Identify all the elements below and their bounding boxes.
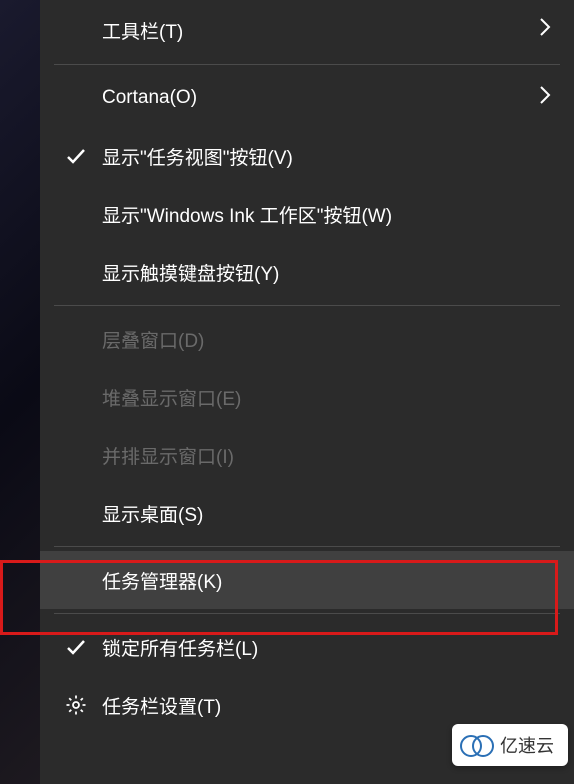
watermark-text: 亿速云 xyxy=(500,732,554,758)
chevron-right-icon xyxy=(538,84,552,112)
menu-separator xyxy=(54,64,560,65)
gear-icon xyxy=(62,694,90,716)
menu-separator xyxy=(54,613,560,614)
menu-separator xyxy=(54,305,560,306)
menu-item-task-manager[interactable]: 任务管理器(K) xyxy=(40,551,574,609)
menu-item-label: 工具栏(T) xyxy=(102,17,183,44)
watermark-badge: 亿速云 xyxy=(452,724,568,766)
menu-item-label: 并排显示窗口(I) xyxy=(102,442,234,469)
cloud-logo-icon xyxy=(460,734,494,756)
taskbar-context-menu: 工具栏(T) Cortana(O) 显示"任务视图"按钮(V) 显示"Windo… xyxy=(40,0,574,784)
menu-item-windows-ink[interactable]: 显示"Windows Ink 工作区"按钮(W) xyxy=(40,185,574,243)
menu-item-label: 堆叠显示窗口(E) xyxy=(102,384,241,411)
menu-item-toolbars[interactable]: 工具栏(T) xyxy=(40,0,574,60)
menu-item-label: 显示"任务视图"按钮(V) xyxy=(102,143,293,170)
menu-item-label: 层叠窗口(D) xyxy=(102,326,204,353)
menu-item-label: 锁定所有任务栏(L) xyxy=(102,634,258,661)
menu-item-lock-taskbars[interactable]: 锁定所有任务栏(L) xyxy=(40,618,574,676)
menu-item-label: 显示触摸键盘按钮(Y) xyxy=(102,259,279,286)
check-icon xyxy=(62,636,90,658)
menu-item-side-by-side: 并排显示窗口(I) xyxy=(40,426,574,484)
menu-item-label: 显示桌面(S) xyxy=(102,500,203,527)
menu-item-label: 任务管理器(K) xyxy=(102,567,222,594)
menu-separator xyxy=(54,546,560,547)
menu-item-show-desktop[interactable]: 显示桌面(S) xyxy=(40,484,574,542)
menu-item-cortana[interactable]: Cortana(O) xyxy=(40,69,574,127)
menu-item-label: Cortana(O) xyxy=(102,87,197,109)
menu-item-cascade: 层叠窗口(D) xyxy=(40,310,574,368)
menu-item-label: 显示"Windows Ink 工作区"按钮(W) xyxy=(102,201,392,228)
chevron-right-icon xyxy=(538,16,552,44)
menu-item-task-view[interactable]: 显示"任务视图"按钮(V) xyxy=(40,127,574,185)
menu-item-label: 任务栏设置(T) xyxy=(102,692,221,719)
check-icon xyxy=(62,145,90,167)
menu-item-stack: 堆叠显示窗口(E) xyxy=(40,368,574,426)
menu-item-touch-keyboard[interactable]: 显示触摸键盘按钮(Y) xyxy=(40,243,574,301)
